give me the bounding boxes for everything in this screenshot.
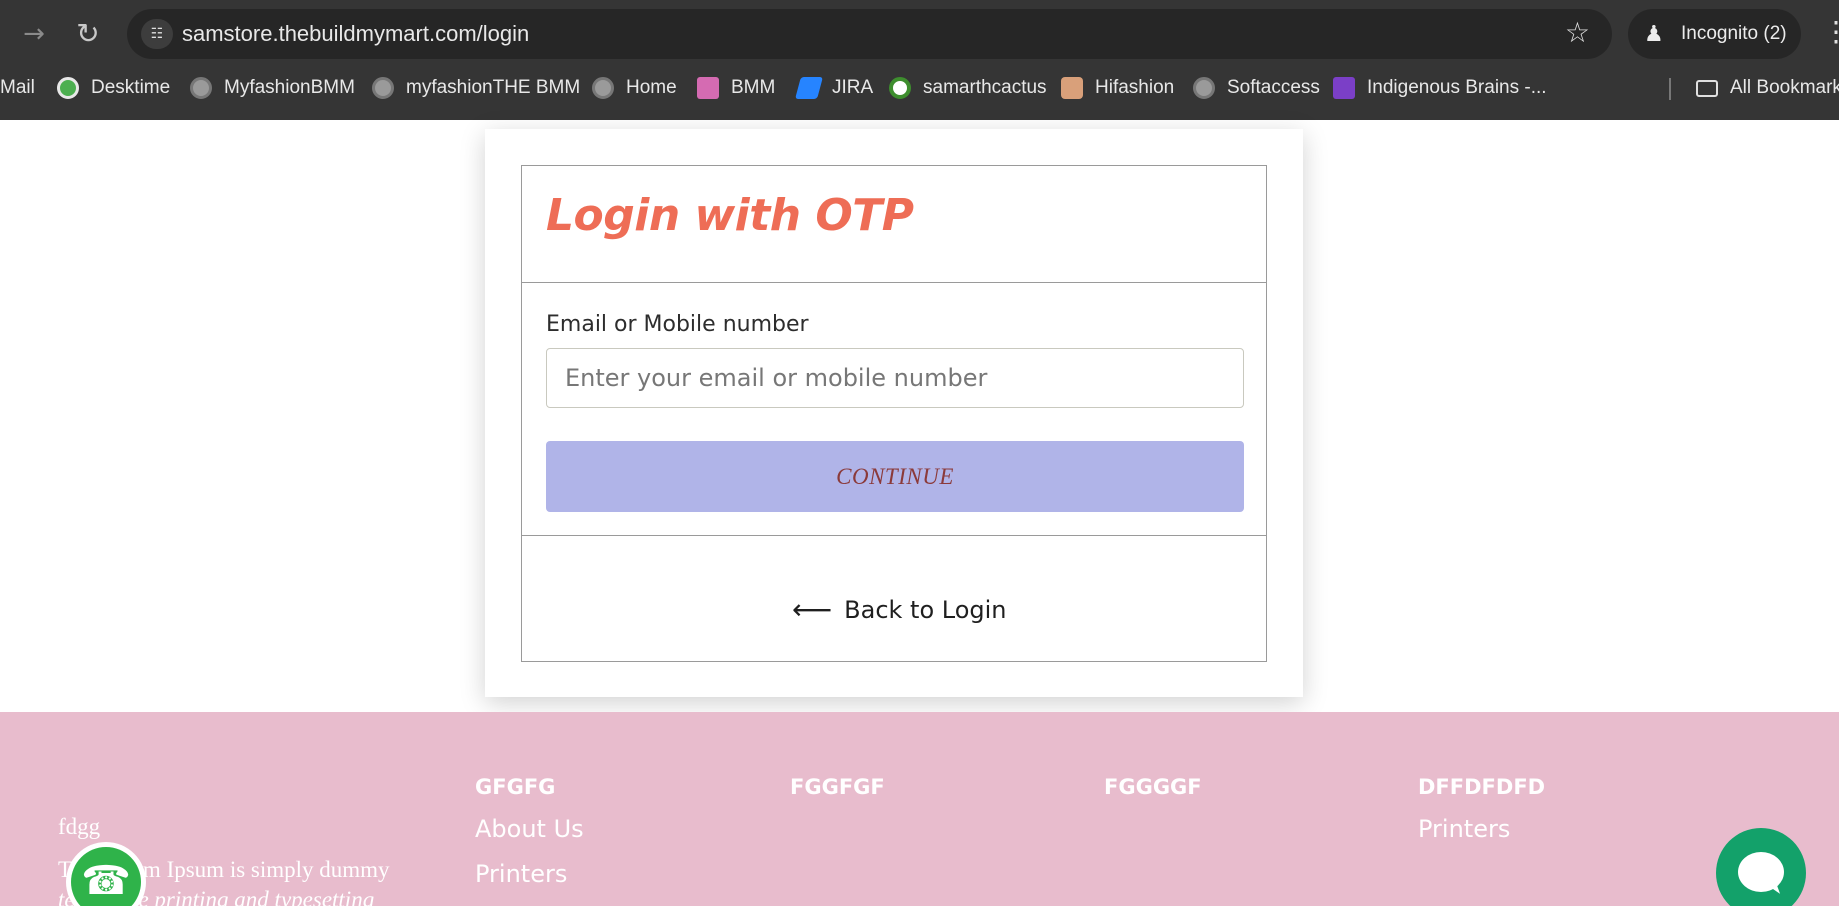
footer-column-heading: DFFDFDFD — [1418, 775, 1546, 799]
desktime-icon — [57, 77, 79, 99]
back-to-login-label: Back to Login — [844, 596, 1007, 624]
email-mobile-input[interactable] — [546, 348, 1244, 408]
bookmark-label: Home — [626, 77, 677, 98]
bookmark-label: samarthcactus — [923, 77, 1047, 98]
browser-toolbar: → ↻ ☷ samstore.thebuildmymart.com/login … — [0, 0, 1839, 68]
hifashion-icon — [1061, 77, 1083, 99]
incognito-label: Incognito (2) — [1681, 23, 1787, 44]
folder-icon — [1696, 79, 1718, 97]
bookmark-jira[interactable]: JIRA — [795, 68, 874, 108]
bookmark-mail[interactable]: Mail — [0, 68, 35, 108]
incognito-icon: ♟ — [1644, 21, 1664, 46]
footer-brand-name: fdgg — [58, 814, 101, 839]
bookmark-myfashion-the-bmm[interactable]: myfashionTHE BMM — [372, 68, 580, 108]
bookmark-label: myfashionTHE BMM — [406, 77, 581, 98]
bookmark-star-icon[interactable]: ☆ — [1565, 17, 1590, 49]
reload-icon[interactable]: ↻ — [72, 18, 104, 50]
bookmark-label: Mail — [0, 77, 35, 98]
login-card-footer: ⟵ Back to Login — [522, 536, 1266, 661]
login-card: Login with OTP Email or Mobile number CO… — [485, 129, 1303, 697]
footer-column-heading: GFGFG — [475, 775, 556, 799]
footer-column-heading: FGGGGF — [1104, 775, 1202, 799]
bookmark-samarthcactus[interactable]: samarthcactus — [889, 68, 1047, 108]
email-mobile-label: Email or Mobile number — [546, 312, 809, 337]
bookmark-label: Indigenous Brains -... — [1367, 77, 1547, 98]
bookmark-label: Hifashion — [1095, 77, 1175, 98]
whatsapp-button[interactable]: ☎ — [66, 842, 146, 906]
continue-button[interactable]: CONTINUE — [546, 441, 1244, 512]
all-bookmarks-button[interactable]: All Bookmarks — [1696, 68, 1839, 108]
bookmark-label: MyfashionBMM — [224, 77, 355, 98]
bookmark-divider — [1669, 78, 1671, 100]
bookmark-desktime[interactable]: Desktime — [57, 68, 170, 108]
address-bar[interactable]: ☷ samstore.thebuildmymart.com/login ☆ — [127, 9, 1612, 59]
bmm-icon — [697, 77, 719, 99]
back-to-login-link[interactable]: ⟵ Back to Login — [792, 593, 1007, 626]
globe-icon — [190, 77, 212, 99]
incognito-button[interactable]: ♟ Incognito (2) — [1628, 9, 1801, 59]
bookmark-label: BMM — [731, 77, 776, 98]
chat-widget-button[interactable] — [1716, 828, 1806, 906]
login-form: Email or Mobile number CONTINUE — [522, 283, 1266, 536]
jira-icon — [795, 77, 823, 99]
login-card-border: Login with OTP Email or Mobile number CO… — [521, 165, 1267, 662]
site-footer: fdgg The Lorem Ipsum is simply dummy tex… — [0, 712, 1839, 906]
url-text[interactable]: samstore.thebuildmymart.com/login — [182, 21, 529, 47]
footer-link-printers[interactable]: Printers — [475, 860, 567, 888]
site-info-icon[interactable]: ☷ — [141, 19, 173, 49]
forward-arrow-icon[interactable]: → — [18, 18, 50, 50]
bookmark-label: Desktime — [91, 77, 171, 98]
globe-icon — [372, 77, 394, 99]
globe-icon — [1193, 77, 1215, 99]
bookmarks-bar: Mail Desktime MyfashionBMM myfashionTHE … — [0, 68, 1839, 120]
bookmark-myfashionbmm[interactable]: MyfashionBMM — [190, 68, 355, 108]
footer-link-printers[interactable]: Printers — [1418, 815, 1510, 843]
bookmark-home[interactable]: Home — [592, 68, 677, 108]
bookmark-hifashion[interactable]: Hifashion — [1061, 68, 1174, 108]
bookmark-indigenous-brains[interactable]: Indigenous Brains -... — [1333, 68, 1547, 108]
bookmark-softaccess[interactable]: Softaccess — [1193, 68, 1320, 108]
footer-link-about-us[interactable]: About Us — [475, 815, 584, 843]
chat-bubble-icon — [1738, 852, 1784, 892]
whatsapp-icon: ☎ — [71, 847, 141, 906]
bookmark-bmm[interactable]: BMM — [697, 68, 775, 108]
footer-column-heading: FGGFGF — [790, 775, 885, 799]
bookmark-label: Softaccess — [1227, 77, 1320, 98]
cactus-icon — [889, 77, 911, 99]
left-arrow-icon: ⟵ — [792, 593, 833, 626]
login-card-header: Login with OTP — [522, 166, 1266, 283]
bookmark-label: JIRA — [832, 77, 874, 98]
globe-icon — [592, 77, 614, 99]
all-bookmarks-label: All Bookmarks — [1730, 77, 1839, 98]
indigenous-icon — [1333, 77, 1355, 99]
page-title: Login with OTP — [546, 190, 914, 241]
browser-menu-icon[interactable]: ⋮ — [1822, 14, 1839, 50]
